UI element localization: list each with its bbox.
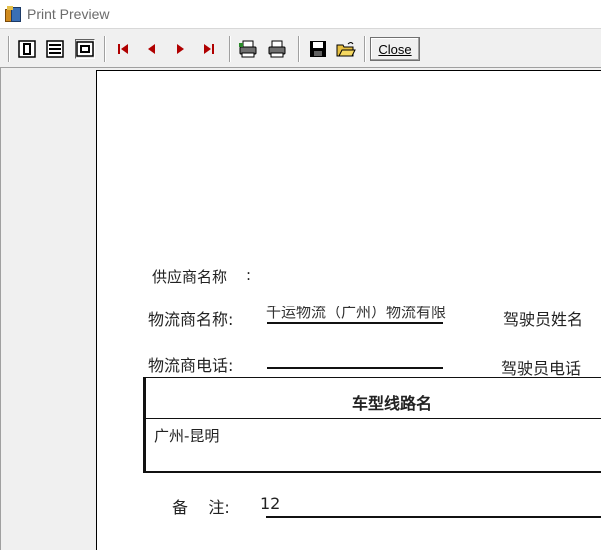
toolbar-separator bbox=[229, 36, 231, 62]
logistics-name-clip: 千运物流（广州）物流有限 bbox=[266, 306, 506, 320]
one-page-button[interactable] bbox=[17, 39, 37, 59]
toolbar-separator bbox=[364, 36, 366, 62]
print-button[interactable] bbox=[267, 39, 287, 59]
two-pages-icon bbox=[46, 40, 64, 58]
table-header-cell: 车型线路名 bbox=[352, 394, 433, 413]
print-setup-button[interactable] bbox=[238, 39, 258, 59]
remarks-underline bbox=[266, 516, 601, 518]
last-page-button[interactable] bbox=[199, 39, 219, 59]
window-title: Print Preview bbox=[27, 6, 110, 22]
first-page-button[interactable] bbox=[113, 39, 133, 59]
save-button[interactable] bbox=[308, 39, 328, 59]
open-button[interactable] bbox=[336, 39, 356, 59]
first-page-icon bbox=[118, 44, 128, 54]
logistics-phone-label: 物流商电话: bbox=[148, 356, 234, 375]
prev-page-button[interactable] bbox=[142, 39, 162, 59]
remarks-label: 备 注: bbox=[172, 498, 230, 517]
fit-page-button[interactable] bbox=[75, 39, 95, 59]
app-icon bbox=[5, 6, 21, 22]
close-button[interactable]: Close bbox=[370, 37, 420, 61]
one-page-icon bbox=[18, 40, 36, 58]
logistics-name-value: 千运物流（广州）物流有限 bbox=[266, 306, 447, 320]
next-page-button[interactable] bbox=[170, 39, 190, 59]
last-page-icon bbox=[204, 44, 214, 54]
open-icon bbox=[336, 42, 356, 57]
prev-page-icon bbox=[148, 44, 155, 54]
table-row-cell: 广州-昆明 bbox=[154, 427, 220, 445]
driver-name-label: 驾驶员姓名 bbox=[503, 310, 584, 329]
print-icon bbox=[268, 40, 286, 58]
logistics-phone-underline bbox=[267, 367, 443, 369]
supplier-label: 供应商名称 bbox=[152, 268, 228, 286]
title-bar: Print Preview bbox=[0, 0, 601, 28]
logistics-name-label: 物流商名称: bbox=[148, 310, 234, 329]
supplier-colon: : bbox=[246, 266, 252, 284]
save-icon bbox=[310, 41, 326, 57]
print-setup-icon bbox=[239, 40, 257, 58]
fit-page-icon bbox=[76, 41, 94, 57]
toolbar: Close bbox=[0, 28, 601, 68]
driver-phone-label: 驾驶员电话 bbox=[501, 359, 582, 378]
logistics-name-underline bbox=[267, 322, 443, 324]
toolbar-separator bbox=[104, 36, 106, 62]
two-pages-button[interactable] bbox=[45, 39, 65, 59]
toolbar-separator bbox=[8, 36, 10, 62]
close-button-label: Close bbox=[378, 41, 412, 57]
toolbar-separator bbox=[298, 36, 300, 62]
remarks-value: 12 bbox=[260, 494, 281, 513]
next-page-icon bbox=[177, 44, 184, 54]
